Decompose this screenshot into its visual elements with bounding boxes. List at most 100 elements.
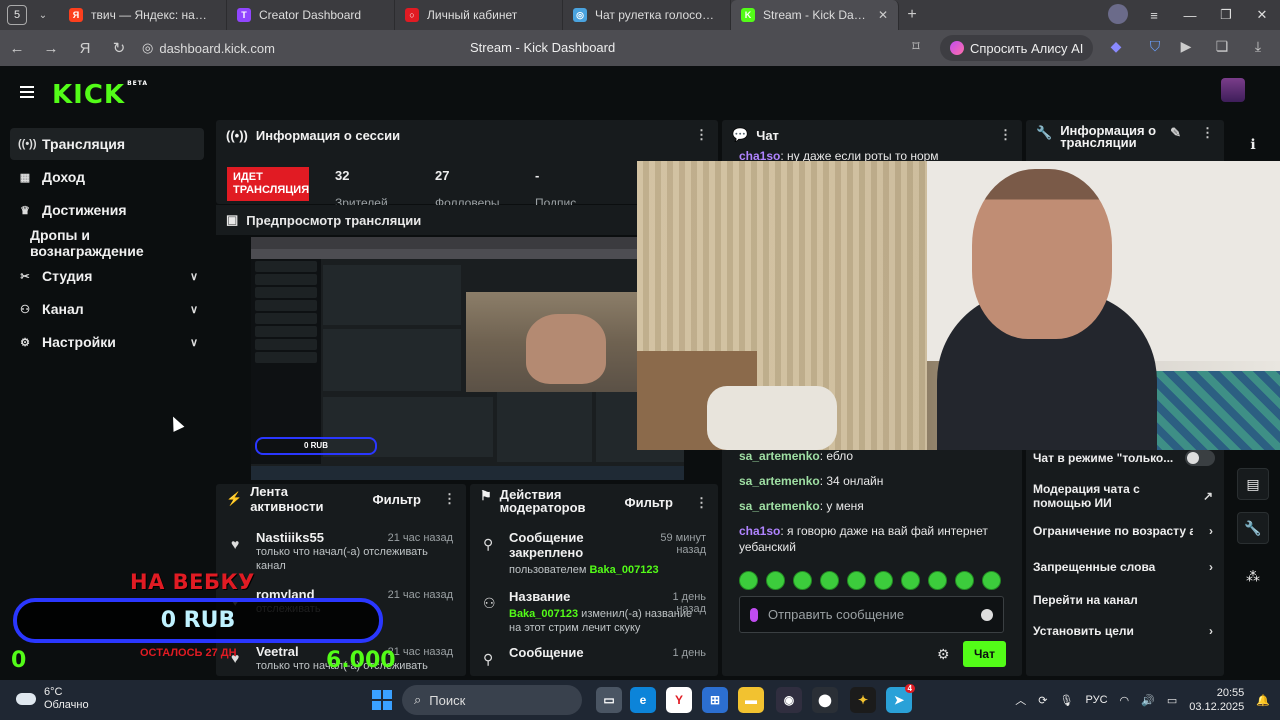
activity-filter-button[interactable]: Фильтр	[372, 492, 421, 507]
stream-info-row[interactable]: Перейти на канал	[1033, 593, 1213, 607]
new-tab-button[interactable]: +	[899, 6, 925, 24]
layout-tool-icon[interactable]: ▤	[1237, 468, 1269, 500]
edit-icon[interactable]: ✎	[1170, 125, 1181, 141]
info-icon[interactable]: ℹ	[1237, 128, 1269, 160]
edge-icon[interactable]: e	[630, 687, 656, 713]
chat-username[interactable]: sa_artemenko	[739, 499, 820, 513]
stream-info-row[interactable]: Модерация чата с помощью ИИ ↗	[1033, 482, 1213, 510]
battery-icon[interactable]: ▭	[1167, 694, 1177, 707]
kick-logo[interactable]: KICK BETA	[52, 80, 148, 110]
browser-tab[interactable]: T Creator Dashboard	[227, 0, 395, 30]
telegram-icon[interactable]: ➤ 4	[886, 684, 915, 713]
sync-icon[interactable]: ⟳	[1038, 694, 1047, 707]
download-icon[interactable]: ⤓	[1248, 38, 1268, 58]
chat-input[interactable]: Отправить сообщение	[739, 596, 1004, 633]
tab-count-button[interactable]: 5	[7, 5, 27, 25]
bookmark-icon[interactable]: ⌑	[906, 38, 926, 58]
reload-button[interactable]: ↻	[102, 39, 136, 57]
emote-icon[interactable]	[766, 571, 785, 590]
media-icon[interactable]: ▶	[1176, 38, 1196, 58]
wrench-tool-icon[interactable]: 🔧	[1237, 512, 1269, 544]
sidebar-item[interactable]: Дропы и вознаграждение	[10, 227, 204, 259]
site-info-icon[interactable]: ◎	[142, 40, 153, 56]
emote-icon[interactable]	[874, 571, 893, 590]
weather-widget[interactable]: 6°C Облачно	[16, 686, 89, 712]
start-button[interactable]	[372, 690, 392, 710]
sidebar-item[interactable]: ⚙ Настройки ∨	[10, 326, 204, 358]
chat-username[interactable]: sa_artemenko	[739, 449, 820, 463]
user-avatar[interactable]	[1221, 78, 1245, 102]
activity-more-icon[interactable]: ⋮	[443, 491, 456, 507]
browser-tab[interactable]: ○ Личный кабинет	[395, 0, 563, 30]
emote-icon[interactable]	[847, 571, 866, 590]
emote-icon[interactable]	[955, 571, 974, 590]
close-window-button[interactable]: ✕	[1244, 7, 1280, 23]
chat-username[interactable]: sa_artemenko	[739, 474, 820, 488]
alice-button[interactable]: Спросить Алису AI	[940, 35, 1094, 61]
stream-preview-image[interactable]: 0 RUB	[251, 237, 684, 480]
chat-username[interactable]: cha1so	[739, 524, 780, 538]
task-view-icon[interactable]: ▭	[596, 687, 622, 713]
collections-icon[interactable]: ❏	[1212, 38, 1232, 58]
store-icon[interactable]: ⊞	[702, 687, 728, 713]
minimize-button[interactable]: —	[1172, 8, 1208, 23]
emote-icon[interactable]	[901, 571, 920, 590]
stream-info-row[interactable]: Ограничение по возрасту а ›	[1033, 524, 1213, 538]
stream-info-row[interactable]: Чат в режиме "только...	[1033, 451, 1178, 465]
notifications-icon[interactable]: 🔔	[1256, 694, 1270, 707]
explorer-icon[interactable]: ▬	[738, 687, 764, 713]
tabs-menu-chevron-icon[interactable]: ⌄	[33, 10, 53, 21]
menu-icon[interactable]: ≡	[1136, 8, 1172, 23]
sidebar-item[interactable]: ▦ Доход	[10, 161, 204, 193]
clock[interactable]: 20:55 03.12.2025	[1189, 686, 1244, 714]
close-tab-icon[interactable]: ✕	[878, 8, 888, 22]
emote-bar	[739, 571, 1001, 590]
browser-tab[interactable]: ◎ Чат рулетка голосовая —	[563, 0, 731, 30]
chat-more-icon[interactable]: ⋮	[999, 127, 1012, 143]
hamburger-menu-icon[interactable]	[20, 86, 34, 101]
mod-action-user[interactable]: Baka_007123	[589, 564, 658, 576]
emote-icon[interactable]	[793, 571, 812, 590]
emote-icon[interactable]	[982, 571, 1001, 590]
sidebar-item[interactable]: ⚇ Канал ∨	[10, 293, 204, 325]
mic-tray-icon[interactable]: 🎙	[1060, 694, 1074, 707]
wifi-icon[interactable]: ◠	[1120, 694, 1130, 707]
browser-tab[interactable]: Я твич — Яндекс: нашлось	[59, 0, 227, 30]
stream-info-more-icon[interactable]: ⋮	[1201, 125, 1214, 141]
tray-chevron-icon[interactable]: ︿	[1015, 692, 1026, 708]
restore-button[interactable]: ❐	[1208, 7, 1244, 23]
yandex-home-button[interactable]: Я	[68, 40, 102, 57]
chat-settings-icon[interactable]: ⚙	[937, 646, 950, 663]
emote-icon[interactable]	[928, 571, 947, 590]
language-indicator[interactable]: РУС	[1085, 694, 1107, 706]
stream-info-row[interactable]: Запрещенные слова ›	[1033, 560, 1213, 574]
mod-filter-button[interactable]: Фильтр	[624, 495, 673, 510]
more-options-icon[interactable]: ⋮	[695, 127, 708, 143]
forward-button[interactable]: →	[34, 40, 68, 57]
sidebar-item[interactable]: ♛ Достижения	[10, 194, 204, 226]
stream-info-row[interactable]: Установить цели ›	[1033, 624, 1213, 638]
connections-icon[interactable]: ⁂	[1237, 560, 1269, 592]
obs-icon[interactable]: ◉	[776, 687, 802, 713]
chat-mode-toggle[interactable]	[1185, 450, 1215, 466]
profile-icon[interactable]	[1100, 3, 1136, 27]
volume-icon[interactable]: 🔊	[1141, 694, 1155, 707]
shield-extension-icon[interactable]: ⛉	[1145, 38, 1165, 58]
url-field[interactable]: ◎ dashboard.kick.com	[142, 40, 302, 56]
sidebar-item[interactable]: ✂ Студия ∨	[10, 260, 204, 292]
back-button[interactable]: ←	[0, 40, 34, 57]
emote-icon[interactable]	[820, 571, 839, 590]
game-extension-icon[interactable]: ◆	[1106, 38, 1126, 58]
emoji-icon[interactable]	[981, 608, 993, 621]
app-icon[interactable]: ✦	[850, 687, 876, 713]
mod-more-icon[interactable]: ⋮	[695, 495, 708, 511]
send-chat-button[interactable]: Чат	[963, 641, 1006, 667]
yandex-browser-icon[interactable]: Y	[666, 687, 692, 713]
emote-icon[interactable]	[739, 571, 758, 590]
browser-tab[interactable]: K Stream - Kick Dashboar ✕	[731, 0, 899, 30]
taskbar-search[interactable]: ⌕ Поиск	[402, 685, 582, 715]
recording-app-icon[interactable]: ⬤	[812, 687, 838, 713]
sidebar-item[interactable]: ((•)) Трансляция	[10, 128, 204, 160]
mod-action-user[interactable]: Baka_007123	[509, 608, 578, 620]
microphone-icon[interactable]	[750, 607, 758, 622]
